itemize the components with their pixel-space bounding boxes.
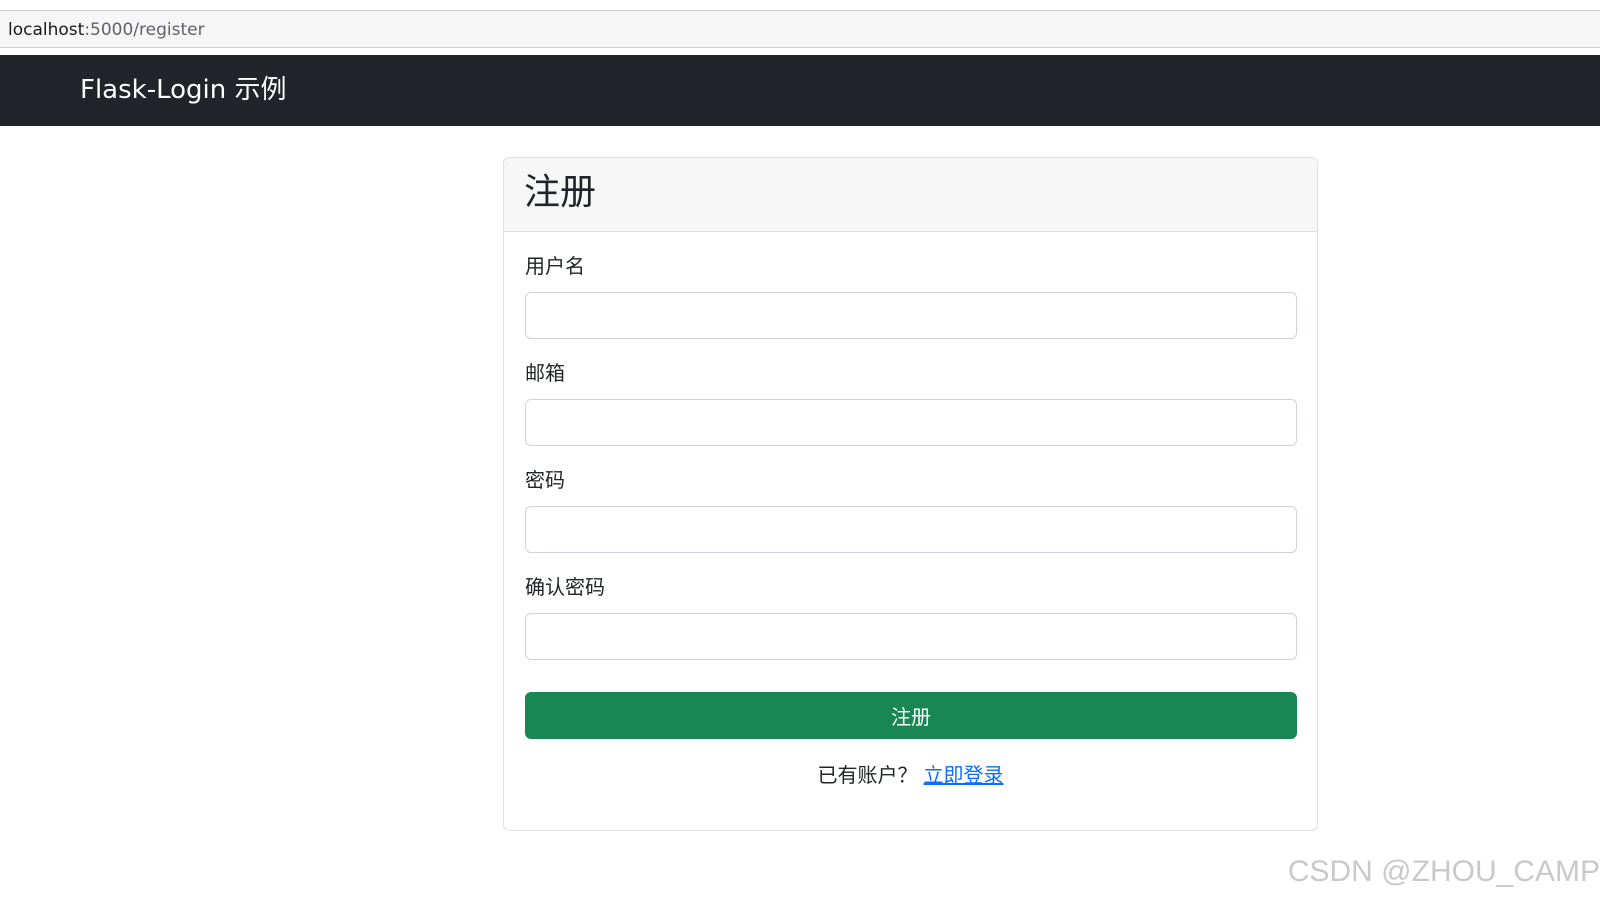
password-input[interactable] <box>525 506 1297 553</box>
login-prompt-text: 已有账户？ <box>817 763 918 787</box>
url-text[interactable]: localhost:5000/register <box>8 19 205 41</box>
url-path: :5000/register <box>84 20 205 40</box>
login-link[interactable]: 立即登录 <box>924 763 1004 787</box>
card-header: 注册 <box>504 158 1317 232</box>
login-prompt-line: 已有账户？ 立即登录 <box>504 761 1317 789</box>
confirm-password-label: 确认密码 <box>525 575 605 599</box>
navbar-brand[interactable]: Flask-Login 示例 <box>80 73 287 107</box>
address-bar[interactable]: localhost:5000/register <box>0 10 1600 48</box>
page-title: 注册 <box>524 172 597 213</box>
username-input[interactable] <box>525 292 1297 339</box>
email-label: 邮箱 <box>525 361 565 385</box>
confirm-password-input[interactable] <box>525 613 1297 660</box>
register-card: 注册 用户名 邮箱 密码 确认密码 注册 已有账户？ 立即登录 <box>503 157 1318 831</box>
password-label: 密码 <box>525 468 565 492</box>
navbar: Flask-Login 示例 <box>0 55 1600 126</box>
url-host: localhost <box>8 20 85 40</box>
email-input[interactable] <box>525 399 1297 446</box>
watermark: CSDN @ZHOU_CAMP <box>1287 855 1600 888</box>
register-button[interactable]: 注册 <box>525 692 1297 739</box>
username-label: 用户名 <box>525 254 585 278</box>
